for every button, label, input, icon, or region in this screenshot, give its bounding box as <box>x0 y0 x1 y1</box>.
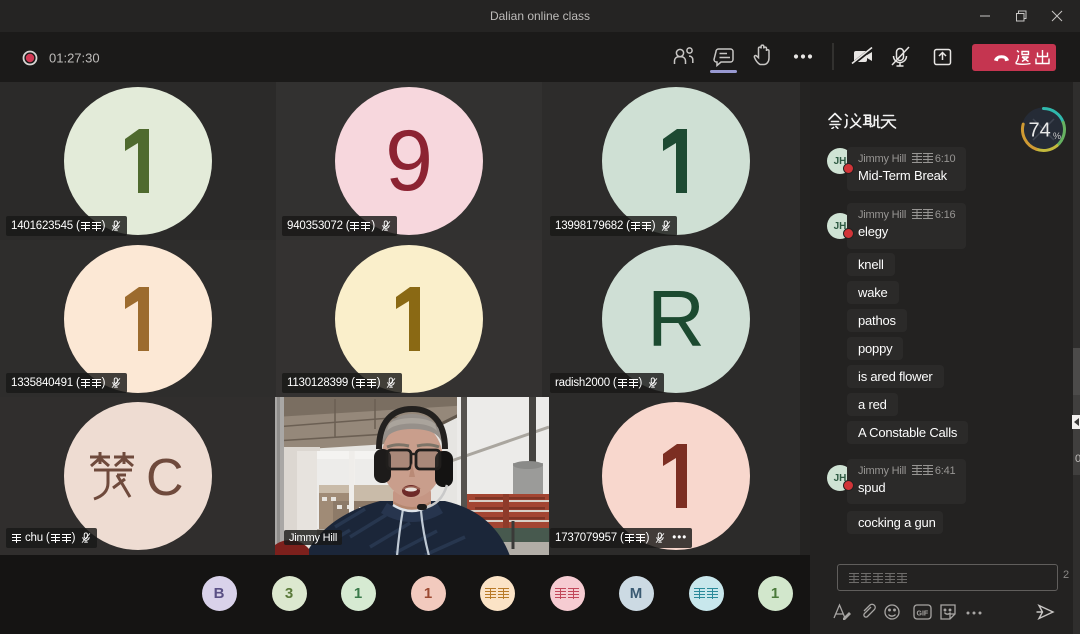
svg-text:C: C <box>146 450 184 502</box>
svg-text:01:27:30: 01:27:30 <box>49 51 100 66</box>
svg-text:%: % <box>1053 131 1061 141</box>
svg-text:GIF: GIF <box>917 611 929 618</box>
svg-text:74: 74 <box>1029 120 1051 142</box>
